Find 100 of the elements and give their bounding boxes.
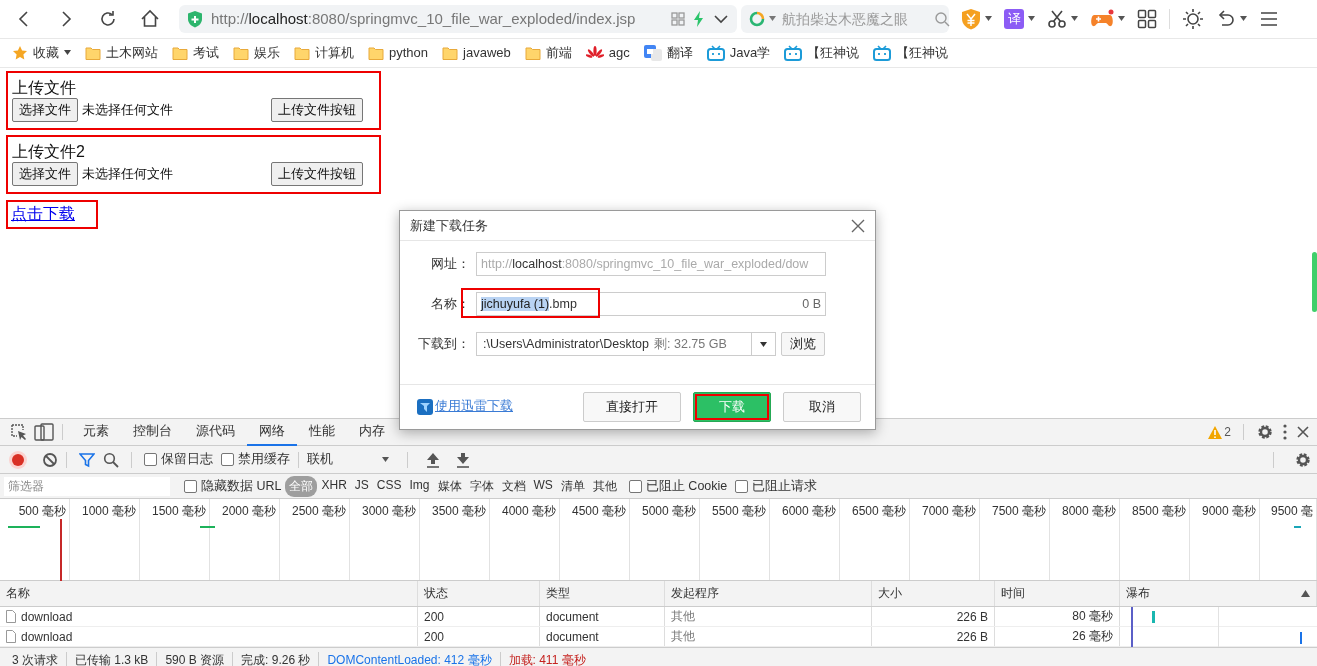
dialog-button[interactable]: 取消 — [783, 391, 861, 422]
sun-icon[interactable] — [1182, 7, 1204, 30]
device-icon[interactable] — [34, 423, 54, 441]
checkbox[interactable] — [735, 479, 749, 493]
search-input[interactable]: 航拍柴达木恶魔之眼 — [780, 9, 930, 28]
bookmark[interactable]: agc — [585, 45, 630, 60]
bookmark[interactable]: 翻译 — [643, 43, 693, 62]
more-options-icon[interactable] — [1283, 424, 1287, 440]
translate-badge[interactable]: 译 — [1004, 8, 1024, 29]
bookmark[interactable]: Java学 — [706, 43, 771, 62]
status-text: 已传输 1.3 kB — [67, 651, 158, 666]
column-header[interactable]: 名称 — [6, 585, 30, 602]
devtools-tab[interactable]: 元素 — [71, 418, 121, 446]
reload-icon[interactable] — [98, 8, 118, 29]
bookmark[interactable]: javaweb — [442, 45, 511, 60]
search-engine-icon — [749, 10, 765, 27]
column-header[interactable]: 时间 — [1001, 585, 1025, 602]
close-icon[interactable] — [851, 218, 865, 233]
column-header[interactable]: 大小 — [878, 585, 902, 602]
gamepad-icon[interactable] — [1090, 8, 1114, 29]
bookmark[interactable]: 考试 — [172, 43, 219, 62]
caret-icon[interactable] — [1028, 16, 1035, 21]
checkbox-label: 保留日志 — [161, 451, 213, 468]
devtools-tab[interactable]: 性能 — [297, 418, 347, 446]
caret-icon[interactable] — [64, 50, 71, 55]
request-name[interactable]: download — [21, 609, 73, 624]
save-path-dropdown[interactable]: :\Users\Administrator\Desktop 剩: 32.75 GB — [476, 332, 776, 356]
home-icon[interactable] — [140, 8, 160, 29]
type-filter[interactable]: Img — [405, 475, 434, 497]
column-header[interactable]: 发起程序 — [671, 585, 719, 602]
column-header[interactable]: 状态 — [424, 585, 448, 602]
status-text: 3 次请求 — [4, 651, 67, 666]
caret-icon[interactable] — [760, 341, 767, 347]
scrollbar-thumb[interactable] — [1312, 252, 1317, 312]
record-icon[interactable] — [8, 449, 28, 470]
upload-button[interactable]: 上传文件按钮 — [271, 162, 363, 186]
devtools-tab[interactable]: 内存 — [347, 418, 397, 446]
folder-icon — [442, 45, 459, 60]
thunder-download-link[interactable]: 使用迅雷下载 — [435, 398, 513, 415]
status-text: 590 B 资源 — [157, 651, 234, 666]
field-label: 网址： — [430, 255, 470, 273]
search-field[interactable]: 航拍柴达木恶魔之眼 — [741, 4, 949, 33]
search-icon[interactable] — [934, 10, 950, 27]
type-filter[interactable]: CSS — [372, 475, 406, 497]
column-header[interactable]: 瀑布 — [1126, 585, 1150, 602]
type-filter[interactable]: 媒体 — [433, 475, 466, 497]
scissors-icon[interactable] — [1047, 8, 1067, 29]
bookmark[interactable]: python — [368, 45, 429, 60]
type-filter[interactable]: 清单 — [556, 475, 589, 497]
type-filter[interactable]: 其他 — [588, 475, 621, 497]
upload-icon[interactable] — [426, 451, 440, 468]
bookmark[interactable]: 前端 — [524, 43, 572, 62]
close-icon[interactable] — [1297, 426, 1309, 438]
devtools-tab[interactable]: 控制台 — [121, 418, 184, 446]
checkbox[interactable] — [144, 453, 157, 466]
type-filter[interactable]: JS — [350, 475, 373, 497]
sort-ascending-icon[interactable] — [1301, 590, 1310, 597]
filter-icon[interactable] — [79, 451, 95, 468]
grid-icon[interactable] — [1137, 8, 1157, 29]
bookmark[interactable]: 计算机 — [294, 43, 354, 62]
timeline-tick: 1000 毫秒 — [70, 499, 140, 580]
clear-icon[interactable] — [42, 451, 58, 468]
flower-icon — [585, 45, 604, 60]
bookmark[interactable]: 收藏 — [12, 43, 71, 62]
choose-file-button[interactable]: 选择文件 — [12, 98, 78, 122]
type-filter[interactable]: XHR — [317, 475, 351, 497]
file-name-field[interactable]: jichuyufa (1).bmp 0 B — [476, 292, 826, 316]
checkbox[interactable] — [628, 479, 642, 493]
type-filter[interactable]: WS — [529, 475, 557, 497]
type-filter[interactable]: 文档 — [497, 475, 530, 497]
caret-icon[interactable] — [985, 16, 992, 21]
address-bar[interactable]: http://localhost:8080/springmvc_10_file_war_exploded/index.jsp — [179, 4, 737, 33]
dialog-button[interactable]: 直接打开 — [583, 391, 681, 422]
search-icon[interactable] — [103, 451, 119, 468]
checkbox[interactable] — [184, 479, 197, 493]
download-icon[interactable] — [456, 451, 470, 468]
settings-icon[interactable] — [1257, 424, 1273, 440]
settings-icon[interactable] — [1295, 451, 1311, 468]
bookmark[interactable]: 土木网站 — [85, 43, 158, 62]
devtools-tab[interactable]: 源代码 — [184, 418, 247, 446]
download-link[interactable]: 点击下载 — [11, 205, 75, 222]
type-filter[interactable]: 字体 — [465, 475, 498, 497]
bookmark[interactable]: 【狂神说 — [784, 43, 860, 62]
upload-button[interactable]: 上传文件按钮 — [271, 98, 363, 122]
request-name[interactable]: download — [21, 629, 73, 644]
checkbox[interactable] — [221, 453, 234, 466]
choose-file-button[interactable]: 选择文件 — [12, 162, 78, 186]
bookmark[interactable]: 娱乐 — [233, 43, 280, 62]
caret-icon[interactable] — [1071, 16, 1078, 21]
browse-button[interactable]: 浏览 — [781, 332, 825, 356]
filter-field[interactable]: 筛选器 — [4, 476, 170, 496]
caret-icon[interactable] — [1118, 16, 1125, 21]
undo-icon[interactable] — [1216, 8, 1236, 29]
inspect-icon[interactable] — [10, 423, 28, 441]
column-header[interactable]: 类型 — [546, 585, 570, 602]
bookmark[interactable]: 【狂神说 — [873, 43, 949, 62]
url-field[interactable]: http://localhost:8080/springmvc_10_file_war_exploded/dow — [476, 252, 826, 276]
throttling-dropdown[interactable]: 联机 — [307, 451, 395, 468]
caret-icon[interactable] — [1240, 16, 1247, 21]
caret-icon[interactable] — [382, 457, 389, 462]
